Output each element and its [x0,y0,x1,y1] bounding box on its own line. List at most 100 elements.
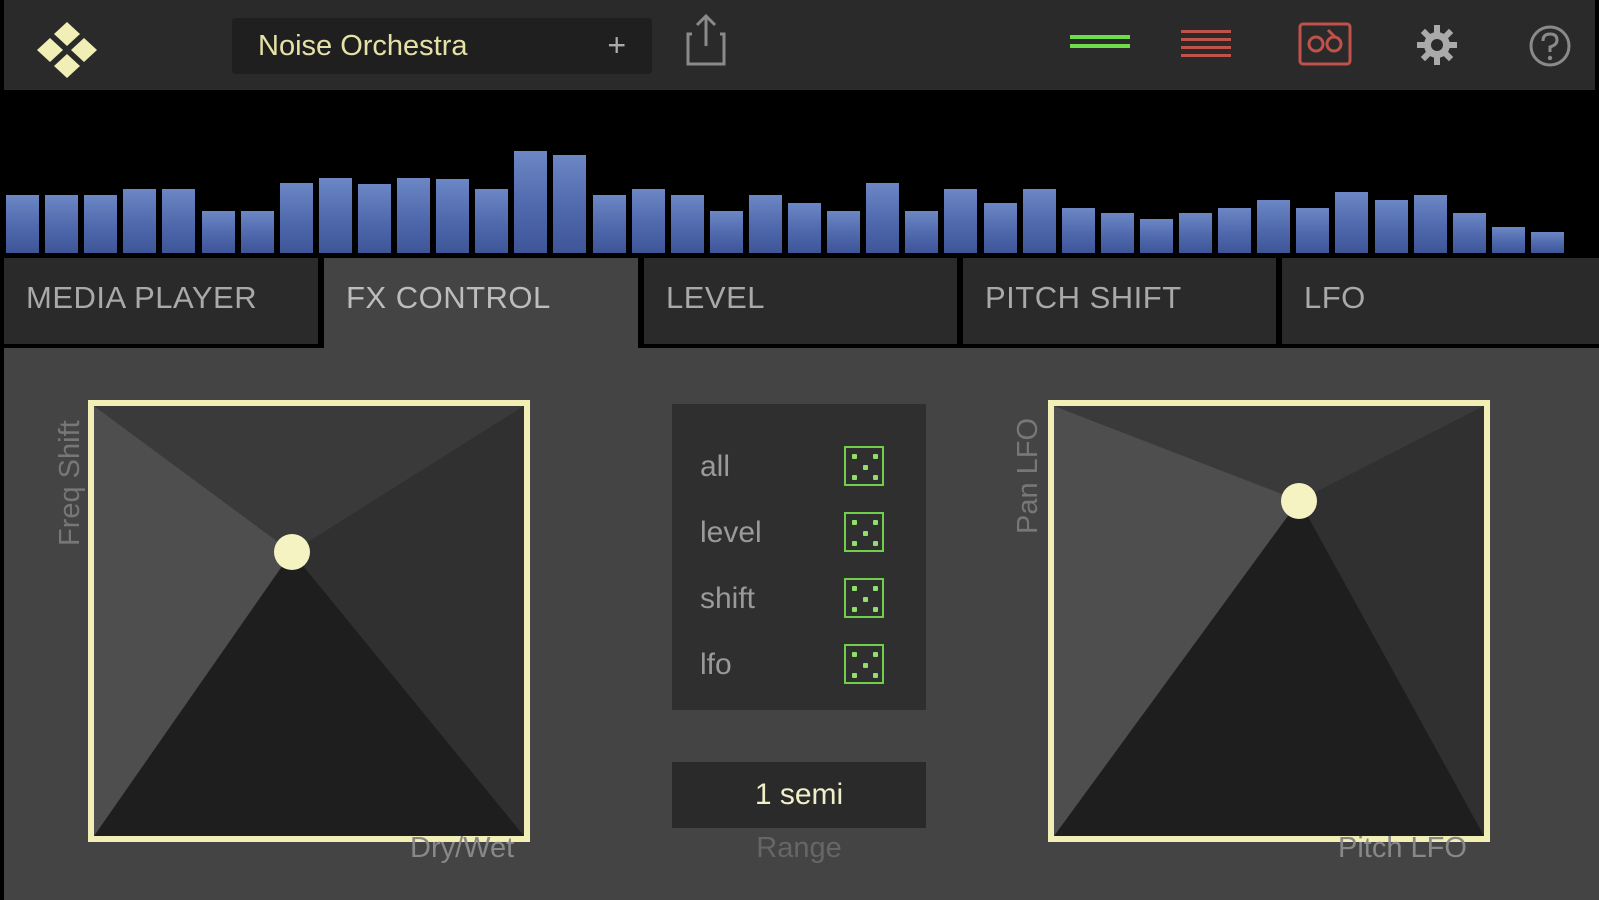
spectrum-bar [1139,219,1173,253]
tab-fx-control[interactable]: FX CONTROL [324,258,638,350]
add-preset-button[interactable]: + [607,18,626,72]
dice-icon[interactable] [844,578,884,618]
mixer-red-icon[interactable] [1181,26,1231,69]
dice-pip [873,520,878,525]
gear-icon[interactable] [1414,22,1460,73]
spectrum-bar [475,189,509,253]
dice-pip [862,464,868,470]
right-xy-pad[interactable] [1048,400,1490,842]
range-label: Range [756,832,842,864]
dice-pip [862,530,868,536]
dice-pip [852,454,857,459]
spectrum-bar [670,195,704,253]
spectrum-bar [318,178,352,253]
dice-pip [873,454,878,459]
spectrum-bar [1413,195,1447,253]
dice-pip [852,586,857,591]
randomize-row-lfo: lfo [672,638,926,698]
tab-media-player[interactable]: MEDIA PLAYER [4,258,318,344]
logo-icon[interactable] [22,18,112,82]
fx-control-panel: Freq Shift Dry/Wet all level shift lfo 1… [4,348,1599,900]
preset-name: Noise Orchestra [258,30,468,62]
randomize-label: all [700,450,731,483]
spectrum-bar [514,151,548,253]
spectrum-bar [553,155,587,253]
spectrum-bar [162,189,196,253]
right-pad-surface [1054,406,1484,836]
dice-pip [873,586,878,591]
tab-pitch-shift[interactable]: PITCH SHIFT [963,258,1276,344]
spectrum-bar [1296,208,1330,253]
spectrum-bar [827,211,861,253]
tab-label: MEDIA PLAYER [26,280,258,315]
randomize-label: lfo [700,648,732,681]
dice-pip [852,652,857,657]
right-pad-x-label: Pitch LFO [1338,832,1467,864]
spectrum-bar [279,183,313,253]
left-xy-pad[interactable] [88,400,530,842]
left-pad-y-label: Freq Shift [54,420,86,546]
right-pad-knob[interactable] [1281,482,1318,519]
spectrum-bar [866,183,900,253]
spectrum-bar [1530,232,1564,253]
dice-pip [873,541,878,546]
right-pad-y-label: Pan LFO [1012,417,1044,534]
spectrum-bar [84,195,118,253]
spectrum-analyzer [0,90,1599,255]
spectrum-bar [944,189,978,253]
left-pad-surface [94,406,524,836]
spectrum-bar [1022,189,1056,253]
spectrum-bar [1218,208,1252,253]
randomize-label: shift [700,582,756,615]
randomize-row-shift: shift [672,572,926,632]
top-bar: Noise Orchestra + [4,0,1595,90]
dice-pip [852,607,857,612]
spectrum-bar [1491,227,1525,253]
dice-pip [852,475,857,480]
spectrum-bar [436,179,470,253]
spectrum-bar [709,211,743,253]
dice-pip [852,520,857,525]
dice-icon[interactable] [844,446,884,486]
dice-pip [852,673,857,678]
randomize-panel: all level shift lfo [672,404,926,710]
spectrum-bar [1374,200,1408,253]
spectrum-bar [1179,213,1212,253]
spectrum-bar [123,189,157,253]
spectrum-bar [1100,213,1134,253]
mixer-green-icon[interactable] [1070,30,1130,65]
spectrum-bar [631,189,665,253]
share-icon[interactable] [684,12,728,73]
spectrum-bar [905,211,939,253]
spectrum-bar [397,178,430,253]
range-selector[interactable]: 1 semi [672,762,926,828]
tab-label: LFO [1304,280,1366,315]
spectrum-bar [357,184,391,253]
spectrum-bar [788,203,821,253]
range-value: 1 semi [754,778,844,811]
left-pad-knob[interactable] [273,534,310,571]
dice-pip [873,607,878,612]
dice-pip [862,596,868,602]
help-icon[interactable] [1528,24,1572,73]
spectrum-bar [240,211,274,253]
spectrum-bar [45,195,79,253]
tab-label: FX CONTROL [346,280,551,315]
spectrum-bar [592,195,626,253]
dice-pip [852,541,857,546]
spectrum-bar [1335,192,1369,253]
dice-pip [873,475,878,480]
tab-level[interactable]: LEVEL [644,258,957,344]
record-icon[interactable] [1298,22,1352,71]
randomize-label: level [700,516,762,549]
dice-icon[interactable] [844,512,884,552]
tab-label: LEVEL [666,280,766,315]
tab-lfo[interactable]: LFO [1282,258,1599,344]
dice-pip [862,662,868,668]
spectrum-bar [1257,200,1291,253]
preset-selector[interactable]: Noise Orchestra + [232,18,652,74]
dice-icon[interactable] [844,644,884,684]
spectrum-bar [983,203,1017,253]
randomize-row-all: all [672,440,926,500]
dice-pip [873,652,878,657]
